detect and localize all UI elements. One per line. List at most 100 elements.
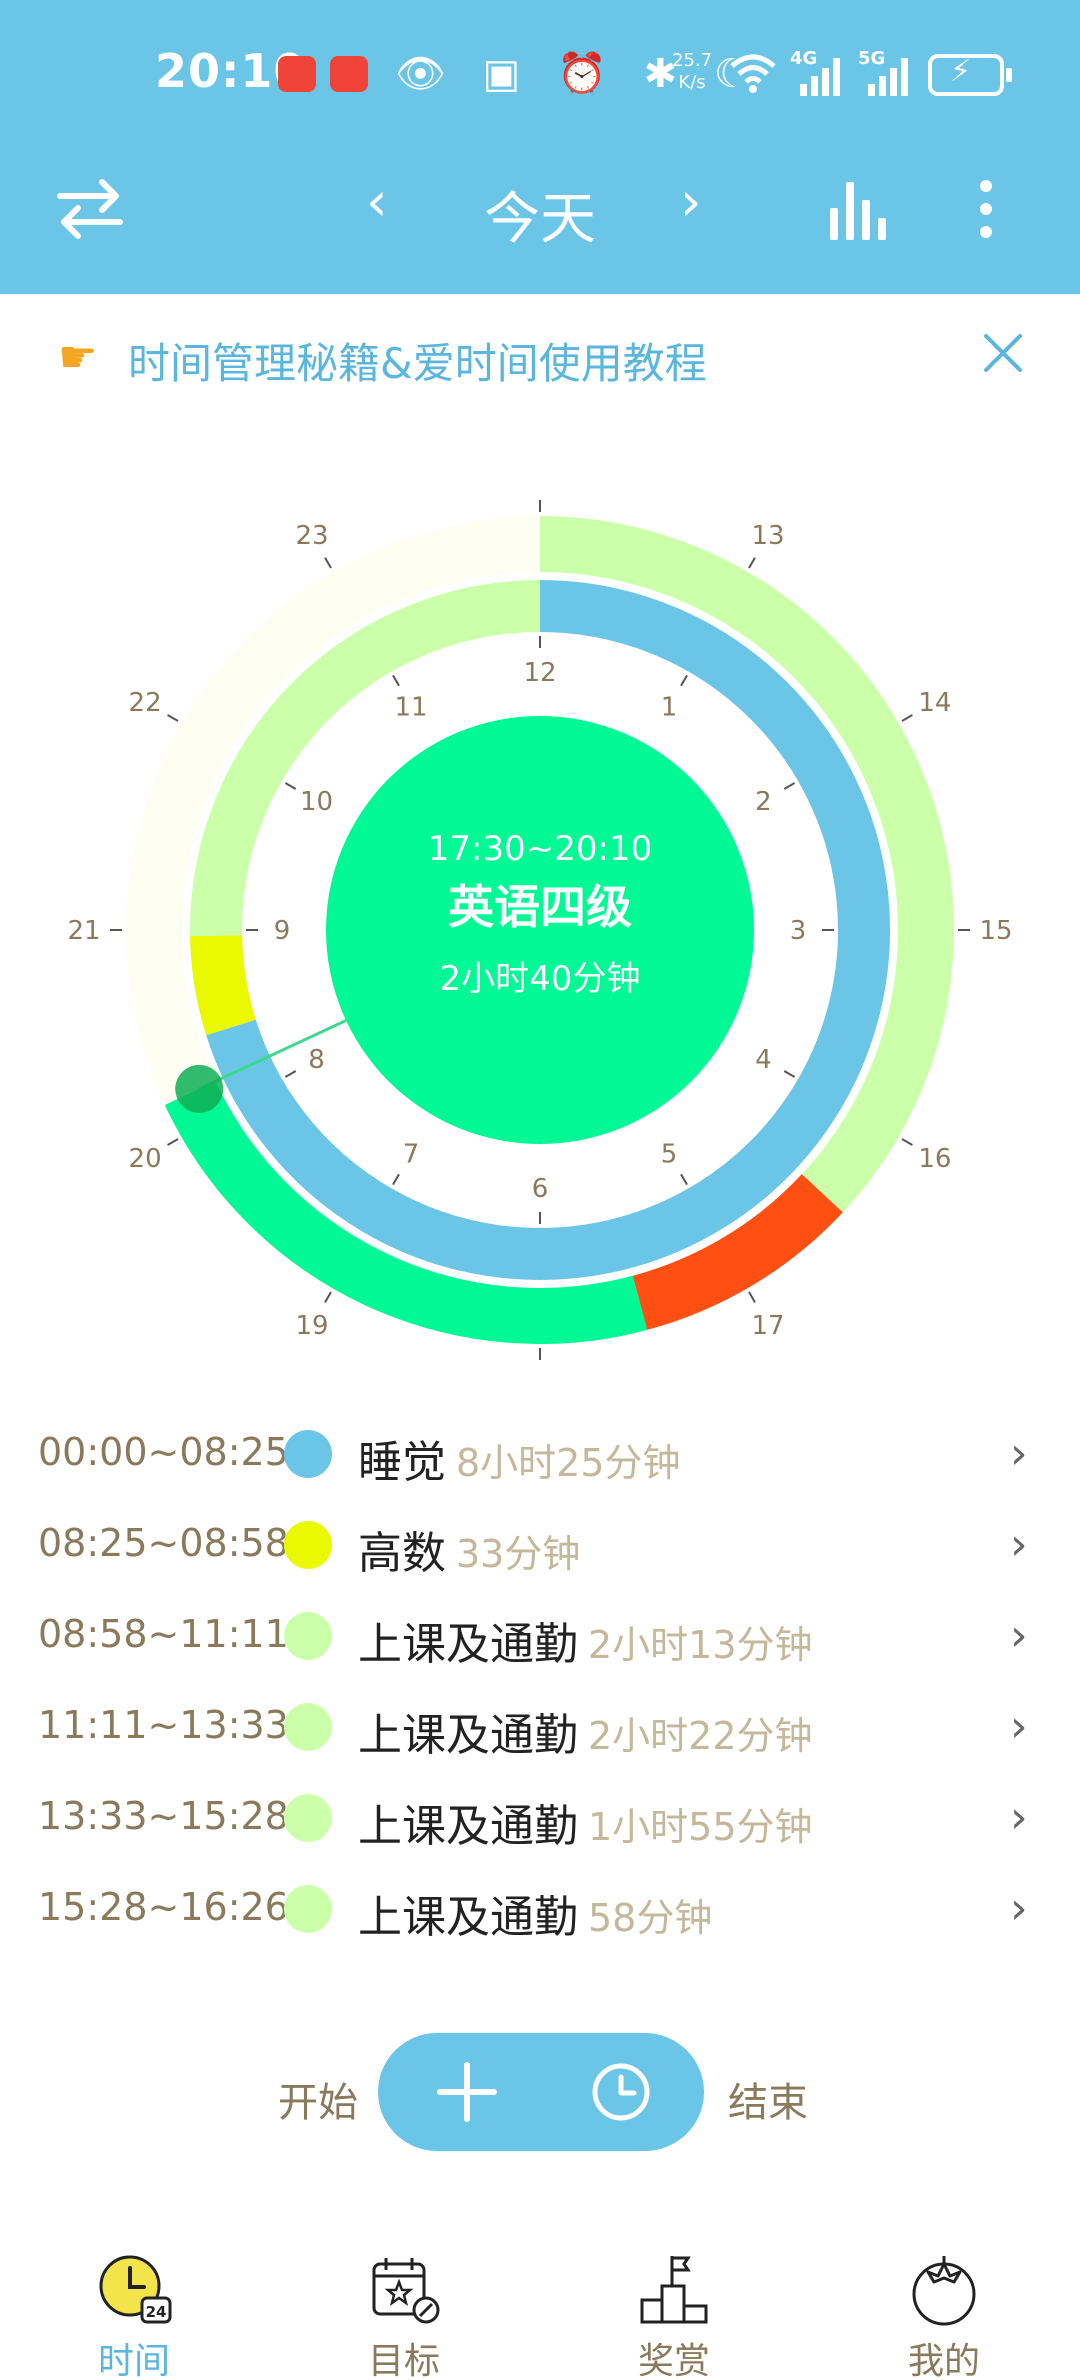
- calendar-star-icon: [372, 2258, 440, 2324]
- more-menu-icon[interactable]: [966, 174, 1006, 244]
- inner-hour-label: 12: [523, 658, 556, 688]
- chevron-right-icon[interactable]: ›: [1010, 1701, 1028, 1752]
- huawei-app-icon: [278, 56, 316, 92]
- tutorial-banner[interactable]: ☛ 时间管理秘籍&爱时间使用教程: [0, 300, 1080, 410]
- tab-time[interactable]: 24 时间: [44, 2240, 224, 2380]
- outer-hour-label: 23: [295, 521, 328, 551]
- center-activity: 英语四级: [448, 880, 632, 934]
- chevron-right-icon[interactable]: ›: [1010, 1610, 1028, 1661]
- outer-hour-label: 16: [918, 1144, 951, 1174]
- record-color-dot: [284, 1703, 332, 1751]
- record-color-dot: [284, 1885, 332, 1933]
- page-title: 今天: [484, 187, 596, 252]
- tab-rewards-label: 奖赏: [637, 2341, 710, 2380]
- inner-hour-label: 10: [300, 787, 333, 817]
- inner-hour-tick: [284, 782, 297, 790]
- signal-5g-icon: [868, 58, 908, 96]
- battery-icon: ⚡: [928, 54, 1012, 96]
- chevron-right-icon[interactable]: ›: [1010, 1883, 1028, 1934]
- activity-segment[interactable]: [190, 934, 256, 1036]
- tab-rewards[interactable]: 奖赏: [584, 2240, 764, 2380]
- outer-hour-label: 15: [979, 916, 1012, 946]
- inner-hour-tick: [783, 782, 796, 790]
- outer-hour-label: 13: [751, 521, 784, 551]
- inner-hour-tick: [783, 1070, 796, 1078]
- svg-text:24: 24: [146, 2303, 167, 2321]
- record-time-range: 00:00~08:25: [38, 1430, 289, 1474]
- outer-hour-label: 19: [295, 1311, 328, 1341]
- clock-24-icon: 24: [99, 2255, 172, 2324]
- center-range: 17:30~20:10: [428, 829, 652, 869]
- network-speed-unit: K/s: [678, 72, 706, 93]
- end-label[interactable]: 结束: [728, 2070, 808, 2128]
- inner-hour-label: 6: [532, 1174, 549, 1204]
- next-day-button[interactable]: ›: [680, 170, 702, 233]
- current-time-marker[interactable]: [175, 1064, 224, 1113]
- tab-time-label: 时间: [97, 2341, 170, 2380]
- top-bar: 20:10 👁 ▣ ⏰ ✱ ☾ 25.7 K/s 4G 5G ⚡ ‹ 今天 ›: [0, 0, 1080, 294]
- signal-4g-icon: [800, 58, 840, 96]
- outer-hour-tick: [901, 1138, 913, 1146]
- timer-button[interactable]: [586, 2057, 656, 2127]
- chevron-right-icon[interactable]: ›: [1010, 1428, 1028, 1479]
- status-bar: 20:10 👁 ▣ ⏰ ✱ ☾ 25.7 K/s 4G 5G ⚡: [0, 40, 1080, 110]
- record-time-range: 08:25~08:58: [38, 1521, 289, 1565]
- inner-hour-label: 4: [755, 1045, 772, 1075]
- tomato-icon: [912, 2256, 976, 2326]
- day-clock-chart[interactable]: 122411321431541651761871982092110221123 …: [0, 490, 1080, 1370]
- outer-hour-label: 21: [67, 916, 100, 946]
- previous-day-button[interactable]: ‹: [366, 170, 388, 233]
- network-speed-value: 25.7: [672, 50, 713, 71]
- center-duration: 2小时40分钟: [440, 959, 641, 999]
- bottom-nav: 24 时间 目标 奖赏 我的: [0, 2240, 1080, 2380]
- record-color-dot: [284, 1430, 332, 1478]
- outer-hour-label: 22: [129, 688, 162, 718]
- chevron-right-icon[interactable]: ›: [1010, 1519, 1028, 1570]
- outer-hour-tick: [167, 1138, 179, 1146]
- outer-hour-tick: [167, 714, 179, 722]
- quick-record-control: [378, 2033, 704, 2151]
- inner-hour-label: 9: [274, 916, 291, 946]
- record-time-range: 08:58~11:11: [38, 1612, 289, 1656]
- inner-hour-label: 2: [755, 787, 772, 817]
- inner-hour-tick: [392, 1173, 400, 1186]
- outer-hour-label: 20: [129, 1144, 162, 1174]
- tutorial-link[interactable]: 时间管理秘籍&爱时间使用教程: [128, 330, 707, 391]
- network-speed: 25.7 K/s: [672, 50, 712, 94]
- inner-hour-tick: [680, 674, 688, 687]
- nav-bar: ‹ 今天 ›: [0, 160, 1080, 260]
- tab-mine[interactable]: 我的: [854, 2240, 1034, 2380]
- book-app-icon: [330, 56, 368, 92]
- outer-hour-tick: [324, 557, 332, 569]
- wifi-icon: [730, 54, 776, 93]
- record-duration: 58分钟: [588, 1896, 713, 1940]
- pointing-hand-icon: ☛: [58, 332, 98, 383]
- start-label[interactable]: 开始: [278, 2070, 358, 2128]
- podium-flag-icon: [640, 2256, 708, 2324]
- close-icon[interactable]: [978, 328, 1028, 378]
- add-record-button[interactable]: [432, 2057, 502, 2127]
- inner-hour-label: 5: [661, 1139, 678, 1169]
- tab-goals[interactable]: 目标: [314, 2240, 494, 2380]
- record-time-range: 15:28~16:26: [38, 1885, 289, 1929]
- statistics-icon[interactable]: [824, 174, 894, 244]
- tab-goals-label: 目标: [367, 2341, 440, 2380]
- outer-hour-tick: [901, 714, 913, 722]
- inner-hour-tick: [680, 1173, 688, 1186]
- inner-hour-label: 11: [394, 693, 427, 723]
- inner-hour-label: 8: [308, 1045, 325, 1075]
- inner-hour-label: 1: [661, 693, 678, 723]
- inner-hour-tick: [392, 674, 400, 687]
- outer-hour-label: 17: [751, 1311, 784, 1341]
- record-color-dot: [284, 1794, 332, 1842]
- record-color-dot: [284, 1521, 332, 1569]
- outer-hour-tick: [748, 557, 756, 569]
- outer-hour-label: 14: [918, 688, 951, 718]
- inner-hour-label: 3: [790, 916, 807, 946]
- chevron-right-icon[interactable]: ›: [1010, 1792, 1028, 1843]
- record-time-range: 11:11~13:33: [38, 1703, 289, 1747]
- swap-icon[interactable]: [50, 168, 130, 248]
- inner-hour-label: 7: [403, 1139, 420, 1169]
- record-row[interactable]: 15:28~16:26 上课及通勤 58分钟 ›: [0, 1843, 1080, 1973]
- outer-hour-tick: [748, 1291, 756, 1303]
